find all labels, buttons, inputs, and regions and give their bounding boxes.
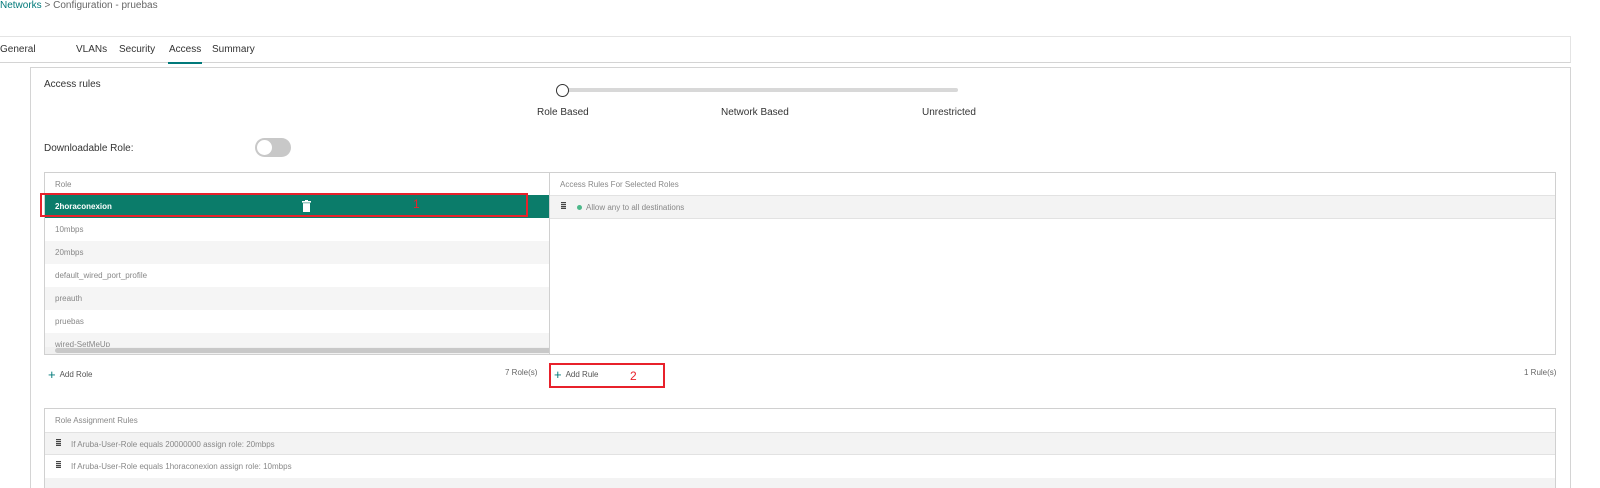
- tab-access[interactable]: Access: [167, 44, 203, 64]
- downloadable-role-toggle[interactable]: [255, 138, 291, 157]
- annotation-number-1: 1: [413, 197, 420, 211]
- role-list-horizontal-scrollbar[interactable]: [45, 347, 573, 354]
- drag-handle-icon[interactable]: [56, 439, 61, 446]
- annotation-box-2: [549, 363, 665, 388]
- slider-label-network-based[interactable]: Network Based: [721, 107, 789, 118]
- annotation-number-2: 2: [630, 369, 637, 383]
- add-role-label: Add Role: [59, 370, 93, 379]
- breadcrumb-separator: >: [44, 0, 51, 11]
- tab-summary[interactable]: Summary: [212, 44, 255, 55]
- role-assignment-text: If Aruba-User-Role equals 1horaconexion …: [71, 462, 292, 471]
- access-rule-row[interactable]: Allow any to all destinations: [550, 195, 1555, 219]
- plus-icon: +: [48, 367, 56, 382]
- access-level-slider[interactable]: [556, 88, 958, 92]
- role-assignment-header: Role Assignment Rules: [55, 416, 138, 425]
- role-assignment-box: Role Assignment Rules If Aruba-User-Role…: [44, 408, 1556, 488]
- allow-status-dot-icon: [577, 205, 582, 210]
- annotation-box-1: [40, 193, 528, 217]
- role-count: 7 Role(s): [505, 368, 538, 377]
- slider-label-unrestricted[interactable]: Unrestricted: [922, 107, 976, 118]
- tab-bar: General VLANs Security Access Summary: [0, 36, 1571, 64]
- tab-general[interactable]: General: [0, 44, 36, 55]
- drag-handle-icon[interactable]: [561, 202, 566, 209]
- role-item-default-wired-port-profile[interactable]: default_wired_port_profile: [45, 264, 570, 287]
- role-assignment-text: If Aruba-User-Role equals 20000000 assig…: [71, 440, 275, 449]
- role-item-10mbps[interactable]: 10mbps: [45, 218, 570, 241]
- breadcrumb-networks-link[interactable]: Networks: [0, 0, 42, 11]
- downloadable-role-label: Downloadable Role:: [44, 143, 134, 154]
- toggle-knob: [257, 140, 272, 155]
- role-item-pruebas[interactable]: pruebas: [45, 310, 570, 333]
- role-list-header: Role: [55, 180, 72, 189]
- tab-vlans[interactable]: VLANs: [76, 44, 107, 55]
- access-rule-text: Allow any to all destinations: [586, 203, 685, 212]
- scrollbar-thumb[interactable]: [55, 348, 557, 353]
- breadcrumb: Networks > Configuration - pruebas: [0, 0, 158, 11]
- access-rules-title: Access rules: [44, 79, 101, 90]
- access-rules-box: Access Rules For Selected Roles Allow an…: [549, 172, 1556, 355]
- role-assignment-row[interactable]: [45, 478, 1555, 488]
- access-rules-header: Access Rules For Selected Roles: [560, 180, 679, 189]
- drag-handle-icon[interactable]: [56, 461, 61, 468]
- slider-thumb[interactable]: [556, 84, 569, 97]
- rule-count: 1 Rule(s): [1524, 368, 1557, 377]
- breadcrumb-current: Configuration - pruebas: [53, 0, 158, 11]
- role-assignment-row[interactable]: If Aruba-User-Role equals 20000000 assig…: [45, 432, 1555, 455]
- tab-security[interactable]: Security: [119, 44, 155, 55]
- slider-label-role-based[interactable]: Role Based: [537, 107, 589, 118]
- role-assignment-row[interactable]: If Aruba-User-Role equals 1horaconexion …: [45, 455, 1555, 478]
- add-role-button[interactable]: + Add Role: [48, 367, 93, 382]
- role-item-preauth[interactable]: preauth: [45, 287, 570, 310]
- role-list: 2horaconexion 10mbps 20mbps default_wire…: [45, 195, 570, 354]
- role-item-20mbps[interactable]: 20mbps: [45, 241, 570, 264]
